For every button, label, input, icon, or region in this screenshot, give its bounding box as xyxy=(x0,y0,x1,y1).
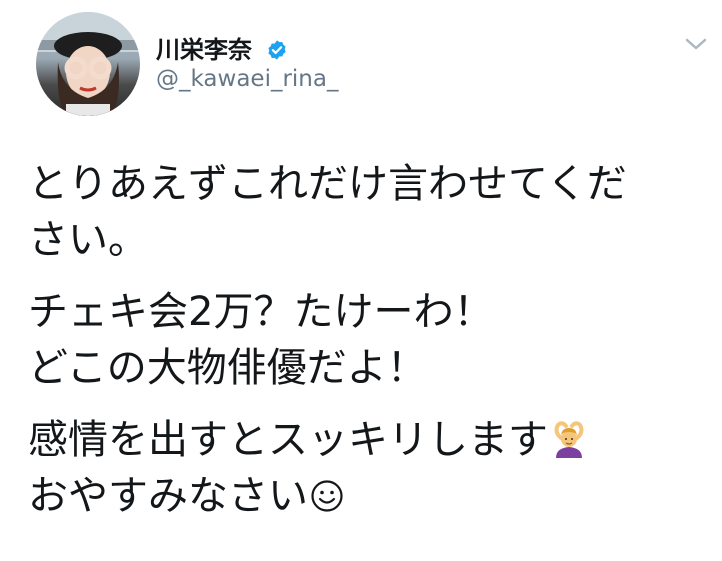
tweet-line: さい。 xyxy=(28,217,148,263)
tweet-line: チェキ会2万？たけーわ！ xyxy=(28,289,494,335)
avatar[interactable] xyxy=(36,12,140,116)
display-name-text[interactable]: 川栄李奈 xyxy=(156,36,252,64)
chevron-down-icon[interactable] xyxy=(683,34,709,54)
person-gesturing-ok-emoji-icon xyxy=(554,421,584,458)
display-name[interactable]: 川栄李奈 xyxy=(156,30,288,65)
tweet-card: 川栄李奈 @_kawaei_rina_ とりあえずこれだけ言わせてくだ さい。 … xyxy=(0,0,722,561)
tweet-paragraph: とりあえずこれだけ言わせてくだ さい。 xyxy=(28,156,708,268)
tweet-paragraph: 感情を出すとスッキリします おやすみなさい xyxy=(28,412,708,524)
verified-badge-icon xyxy=(268,40,286,60)
tweet-line-with-emoji: おやすみなさい xyxy=(28,468,708,524)
user-handle[interactable]: @_kawaei_rina_ xyxy=(156,66,338,92)
tweet-line: とりあえずこれだけ言わせてくだ xyxy=(28,161,627,207)
tweet-line: どこの大物俳優だよ！ xyxy=(28,345,427,391)
tweet-paragraph: チェキ会2万？たけーわ！ どこの大物俳優だよ！ xyxy=(28,284,708,396)
tweet-text: とりあえずこれだけ言わせてくだ さい。 チェキ会2万？たけーわ！ どこの大物俳優… xyxy=(28,156,708,540)
tweet-line-with-emoji: 感情を出すとスッキリします xyxy=(28,412,708,468)
smiling-face-emoji-icon xyxy=(311,480,343,512)
tweet-line-text: 感情を出すとスッキリします xyxy=(28,417,548,463)
tweet-line-text: おやすみなさい xyxy=(28,473,308,519)
